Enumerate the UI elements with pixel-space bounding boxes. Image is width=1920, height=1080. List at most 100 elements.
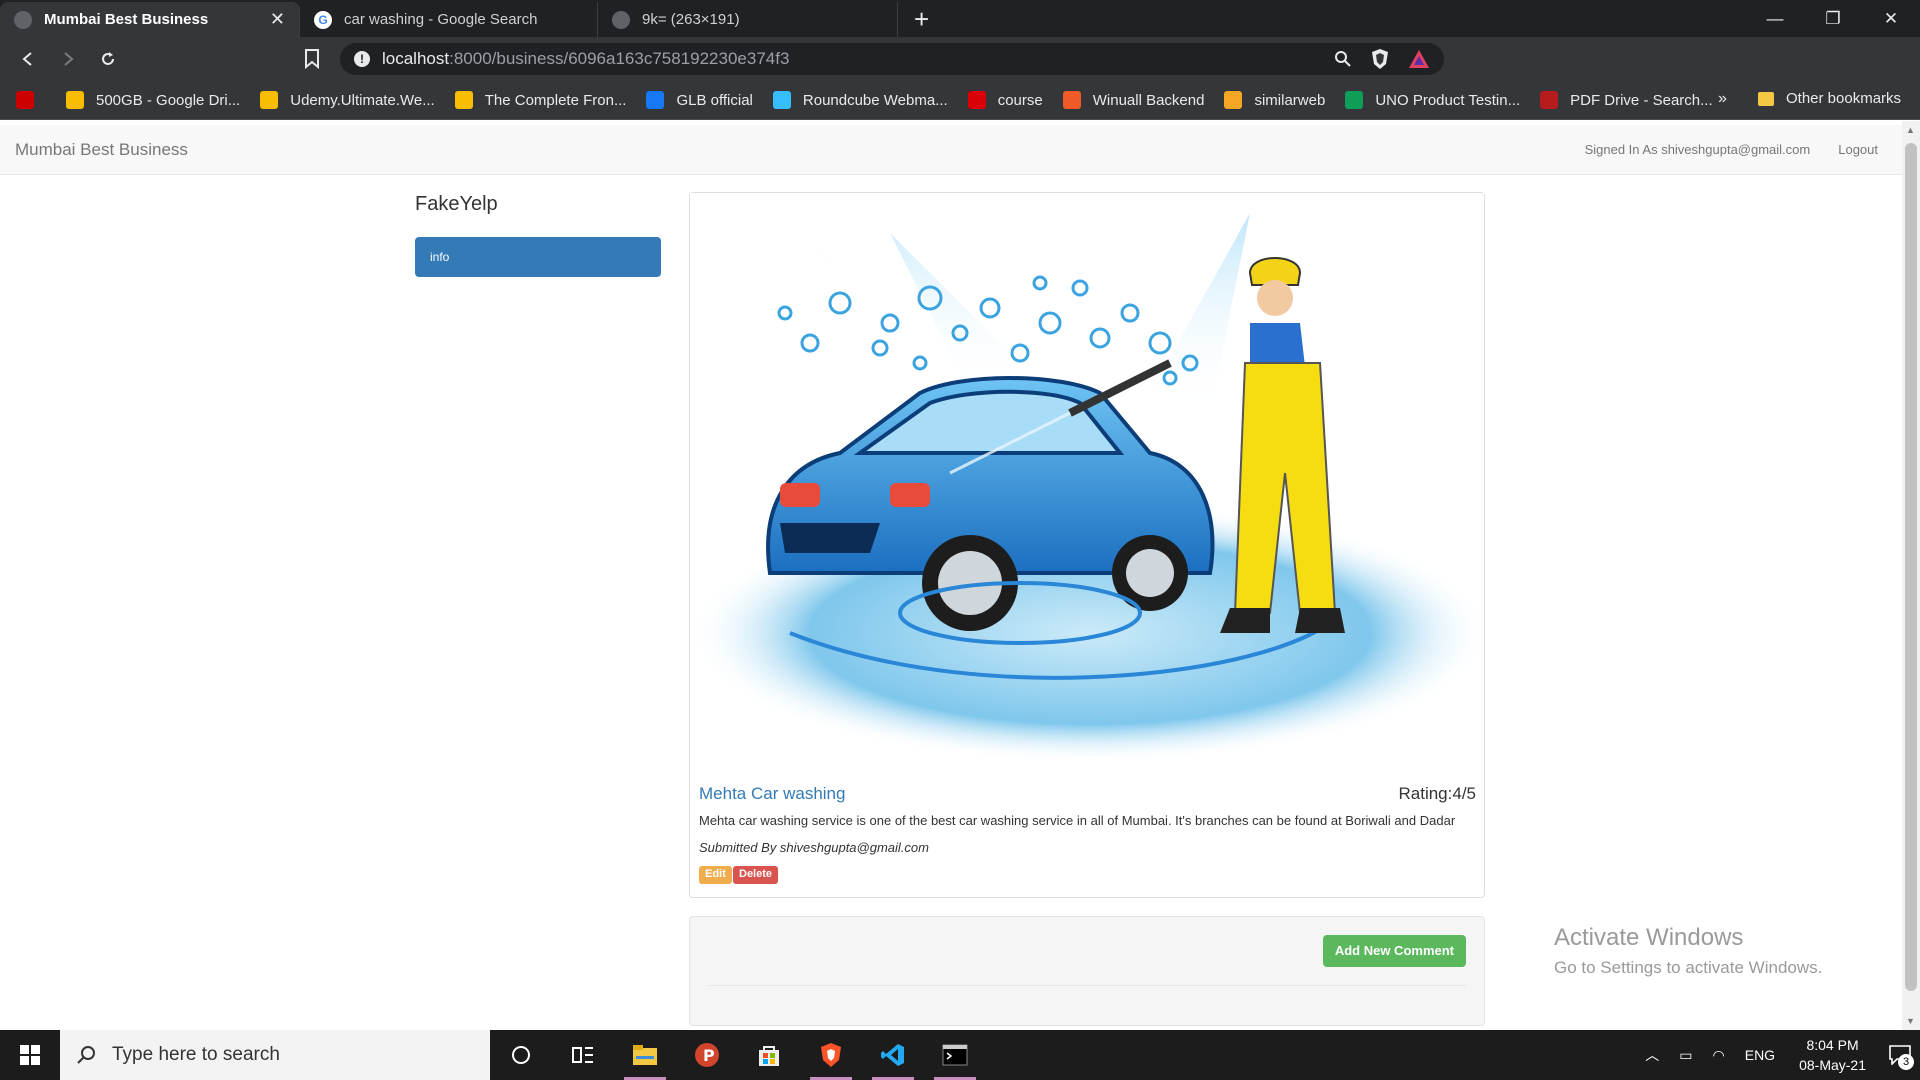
action-center-button[interactable]: 3 <box>1880 1030 1920 1080</box>
close-window-button[interactable]: ✕ <box>1862 0 1920 37</box>
taskbar-search-input[interactable]: Type here to search <box>60 1030 490 1080</box>
brave-shield-icon[interactable] <box>1370 48 1390 70</box>
bookmark-item[interactable]: Udemy.Ultimate.We... <box>260 91 435 109</box>
globe-icon <box>14 10 32 29</box>
zoom-icon[interactable] <box>1334 50 1352 68</box>
reload-button[interactable] <box>88 39 128 79</box>
bookmark-item[interactable]: PDF Drive - Search... <box>1540 91 1713 109</box>
logout-link[interactable]: Logout <box>1838 142 1878 157</box>
scroll-down-icon[interactable]: ▼ <box>1906 1016 1915 1026</box>
system-tray: ︿ ▭ ◠ ENG 8:04 PM 08-May-21 3 <box>1635 1030 1920 1080</box>
scroll-up-icon[interactable]: ▲ <box>1906 125 1915 135</box>
page-scrollbar[interactable]: ▲ ▼ <box>1902 121 1920 1030</box>
bookmark-icon[interactable] <box>304 49 320 69</box>
bookmark-label: GLB official <box>676 91 753 109</box>
roundcube-icon <box>772 91 791 109</box>
winuall-icon <box>1062 91 1081 109</box>
new-tab-button[interactable]: + <box>914 2 929 37</box>
chevron-up-icon[interactable]: ︿ <box>1645 1045 1659 1065</box>
language-indicator[interactable]: ENG <box>1745 1047 1775 1063</box>
brand-link[interactable]: Mumbai Best Business <box>15 140 188 160</box>
bookmark-item[interactable]: GLB official <box>646 91 753 109</box>
back-arrow-icon <box>22 52 32 66</box>
bookmark-label: The Complete Fron... <box>484 91 627 109</box>
bookmark-item[interactable]: course <box>967 91 1043 109</box>
tab-title: car washing - Google Search <box>344 11 538 28</box>
notification-count: 3 <box>1898 1054 1914 1070</box>
back-button[interactable] <box>8 39 48 79</box>
other-bookmarks-label: Other bookmarks <box>1786 90 1902 107</box>
bookmark-item[interactable]: 500GB - Google Dri... <box>66 91 240 109</box>
page-content: Mumbai Best Business Signed In As shives… <box>0 121 1902 1030</box>
watermark-line1: Activate Windows <box>1554 924 1744 951</box>
bookmark-item[interactable]: Winuall Backend <box>1062 91 1205 109</box>
store-icon[interactable] <box>738 1030 800 1080</box>
forward-button[interactable] <box>48 39 88 79</box>
sidebar-title: FakeYelp <box>415 193 498 215</box>
folder-icon <box>1758 91 1774 106</box>
signed-in-text: Signed In As shiveshgupta@gmail.com <box>1584 142 1811 157</box>
globe-icon <box>612 10 630 29</box>
bookmark-item[interactable]: The Complete Fron... <box>454 91 627 109</box>
tab-bar: Mumbai Best Business ✕ G car washing - G… <box>0 0 1920 37</box>
sidebar-item-info[interactable]: info <box>415 237 661 277</box>
red-circle-icon <box>16 91 34 109</box>
windows-taskbar: Type here to search P ︿ ▭ ◠ ENG 8:04 PM … <box>0 1030 1920 1080</box>
tab-image[interactable]: 9k= (263×191) <box>598 2 898 37</box>
svg-text:P: P <box>703 1046 715 1065</box>
comments-well: Add New Comment <box>689 916 1485 1026</box>
wifi-icon[interactable]: ◠ <box>1713 1047 1725 1064</box>
business-card: Mehta Car washing Rating:4/5 Mehta car w… <box>689 192 1485 898</box>
mega-icon <box>967 91 986 109</box>
bookmark-label: course <box>997 91 1043 109</box>
brave-icon[interactable] <box>800 1030 862 1080</box>
bookmark-label: Winuall Backend <box>1092 91 1205 109</box>
bookmark-label: Roundcube Webma... <box>802 91 948 109</box>
bookmark-label: similarweb <box>1254 91 1326 109</box>
site-info-icon[interactable]: ! <box>354 51 370 67</box>
business-name-link[interactable]: Mehta Car washing <box>699 784 845 804</box>
bookmarks-bar: 500GB - Google Dri... Udemy.Ultimate.We..… <box>0 81 1920 120</box>
task-view-icon[interactable] <box>552 1030 614 1080</box>
tab-title: Mumbai Best Business <box>44 11 209 28</box>
edit-button[interactable]: Edit <box>699 866 732 884</box>
bookmark-item[interactable]: UNO Product Testin... <box>1345 91 1520 109</box>
reload-icon <box>102 52 114 65</box>
comments-divider <box>708 985 1466 986</box>
cortana-icon[interactable] <box>490 1030 552 1080</box>
file-explorer-icon[interactable] <box>614 1030 676 1080</box>
close-icon[interactable]: ✕ <box>270 9 285 30</box>
scrollbar-thumb[interactable] <box>1905 143 1917 991</box>
rating-text: Rating:4/5 <box>1398 784 1477 803</box>
clock[interactable]: 8:04 PM 08-May-21 <box>1799 1035 1866 1075</box>
clock-date: 08-May-21 <box>1799 1057 1866 1073</box>
bookmarks-overflow-button[interactable]: » <box>1718 90 1727 108</box>
search-placeholder: Type here to search <box>112 1044 280 1065</box>
add-comment-button[interactable]: Add New Comment <box>1322 935 1466 967</box>
bookmark-item[interactable]: Roundcube Webma... <box>772 91 948 109</box>
facebook-icon <box>646 91 665 109</box>
submitted-by-text: Submitted By shiveshgupta@gmail.com <box>699 840 929 855</box>
vscode-icon[interactable] <box>862 1030 924 1080</box>
delete-button[interactable]: Delete <box>733 866 779 884</box>
start-button[interactable] <box>0 1030 60 1080</box>
url-text: localhost:8000/business/6096a163c7581922… <box>382 49 790 68</box>
address-bar[interactable]: ! localhost:8000/business/6096a163c75819… <box>340 43 1444 75</box>
bookmark-item[interactable]: similarweb <box>1224 91 1325 109</box>
bookmark-item[interactable] <box>16 91 46 109</box>
brave-rewards-icon[interactable] <box>1408 49 1430 69</box>
windows-logo-icon <box>20 1045 40 1065</box>
bookmark-label: Udemy.Ultimate.We... <box>290 91 435 109</box>
pixelmator-icon[interactable]: P <box>676 1030 738 1080</box>
battery-icon[interactable]: ▭ <box>1679 1047 1692 1064</box>
drive-icon <box>66 91 84 109</box>
restore-button[interactable]: ❐ <box>1804 0 1862 37</box>
app-navbar: Mumbai Best Business Signed In As shives… <box>0 125 1902 175</box>
minimize-button[interactable]: — <box>1746 0 1804 37</box>
bookmark-label: 500GB - Google Dri... <box>96 91 241 109</box>
terminal-icon[interactable] <box>924 1030 986 1080</box>
tab-mumbai-best-business[interactable]: Mumbai Best Business ✕ <box>0 2 300 37</box>
tab-car-washing[interactable]: G car washing - Google Search <box>300 2 598 37</box>
other-bookmarks[interactable]: Other bookmarks <box>1758 90 1901 107</box>
bookmark-label: UNO Product Testin... <box>1375 91 1521 109</box>
